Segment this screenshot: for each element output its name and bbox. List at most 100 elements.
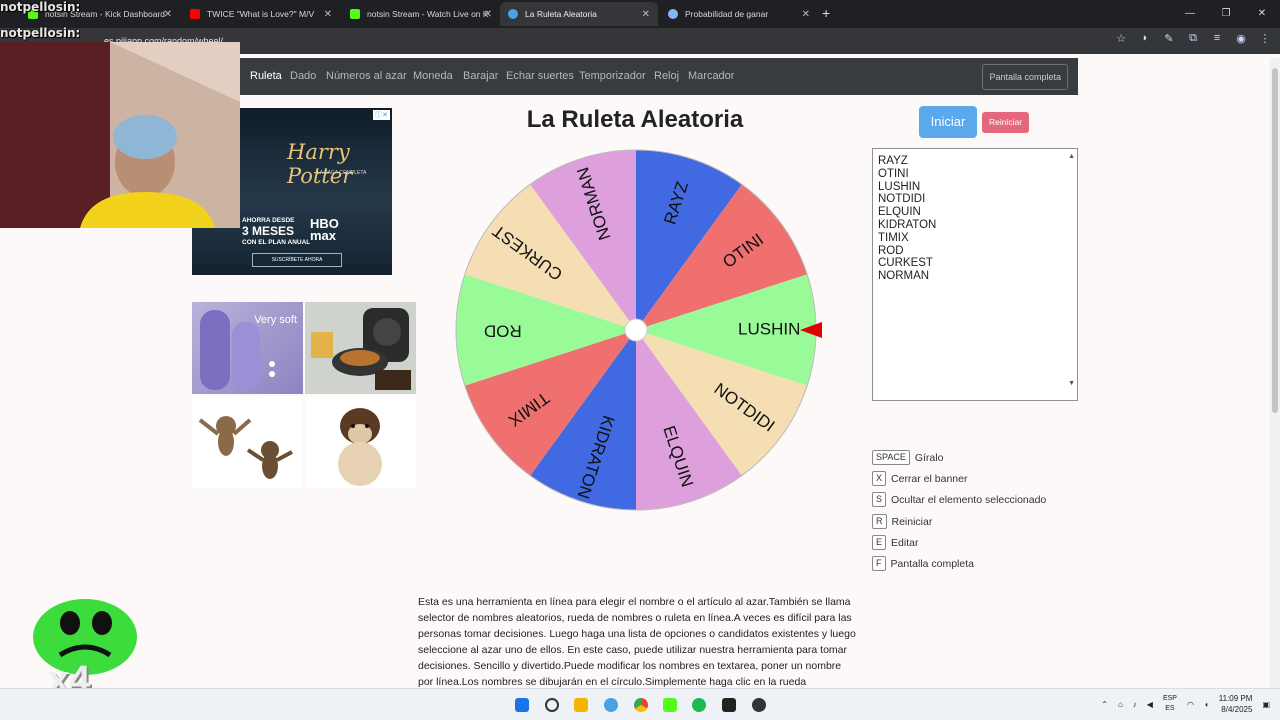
name-entry: NORMAN — [878, 270, 930, 283]
shortcut-x: X Cerrar el banner — [872, 471, 967, 486]
wheel-hub — [624, 318, 648, 342]
tab-twice[interactable]: TWICE "What is Love?" M/V ✕ — [182, 2, 340, 26]
shortcut-label: Reiniciar — [891, 515, 933, 528]
close-icon[interactable]: ✕ — [324, 9, 332, 20]
notification-icon[interactable]: ▣ — [1262, 700, 1270, 709]
chat-message: notpellosin: — [0, 0, 80, 14]
volume-icon[interactable]: ◖ — [1204, 700, 1209, 709]
edge-icon[interactable] — [604, 698, 618, 712]
profile-icon[interactable]: ◉ — [1234, 32, 1248, 45]
clock-date: 8/4/2025 — [1221, 705, 1253, 714]
nav-numeros[interactable]: Números al azar — [326, 70, 407, 82]
close-window-icon[interactable]: ✕ — [1244, 0, 1280, 28]
scroll-down-icon[interactable]: ▼ — [1068, 378, 1075, 391]
tab-ruleta[interactable]: La Ruleta Aleatoria ✕ — [500, 2, 658, 26]
fullscreen-button[interactable]: Pantalla completa — [982, 64, 1068, 90]
webcam-image — [0, 42, 240, 228]
lang-bottom: ES — [1165, 705, 1175, 712]
extension-icon-2[interactable]: ✎ — [1162, 32, 1176, 45]
speaker-icon[interactable]: ◀ — [1147, 700, 1153, 709]
file-explorer-icon[interactable] — [574, 698, 588, 712]
key-s: S — [872, 492, 887, 507]
key-r: R — [872, 514, 887, 529]
nav-barajar[interactable]: Barajar — [463, 70, 498, 82]
kick-app-icon[interactable] — [663, 698, 677, 712]
nav-moneda[interactable]: Moneda — [413, 70, 453, 82]
clock[interactable]: 11:09 PM 8/4/2025 — [1219, 693, 1253, 715]
reading-list-icon[interactable]: ≡ — [1210, 32, 1224, 45]
ad-choices-icon[interactable]: ⓘ✕ — [373, 110, 390, 120]
terminal-icon[interactable] — [722, 698, 736, 712]
ad-airfryer[interactable] — [305, 302, 416, 394]
nav-ruleta[interactable]: Ruleta — [250, 70, 282, 82]
nav-echar-suertes[interactable]: Echar suertes — [506, 70, 574, 82]
nav-dado[interactable]: Dado — [290, 70, 316, 82]
chat-username: notpellosin: — [0, 0, 81, 14]
tab-title: TWICE "What is Love?" M/V — [207, 9, 315, 19]
close-icon[interactable]: ✕ — [802, 9, 810, 20]
name-entry: TIMIX — [878, 231, 909, 244]
name-entry: NOTDIDI — [878, 193, 926, 206]
system-tray: ⌃ ⌂ ♪ ◀ ESP ES ◠ ◖ 11:09 PM 8/4/2025 ▣ — [1101, 693, 1270, 715]
windows-taskbar: ⌃ ⌂ ♪ ◀ ESP ES ◠ ◖ 11:09 PM 8/4/2025 ▣ — [0, 688, 1280, 720]
names-textarea[interactable]: RAYZ OTINI LUSHIN NOTDIDI ELQUIN KIDRATON TIMI… — [872, 148, 1078, 401]
tab-title: La Ruleta Aleatoria — [525, 9, 597, 19]
tab-title: Probabilidad de ganar — [685, 9, 769, 19]
new-tab-icon[interactable]: + — [822, 5, 830, 21]
shortcut-s: S Ocultar el elemento seleccionado — [872, 492, 1046, 507]
shortcut-label: Ocultar el elemento seleccionado — [891, 493, 1047, 506]
start-button[interactable]: Iniciar — [919, 106, 977, 138]
menu-icon[interactable]: ⋮ — [1258, 32, 1272, 45]
close-icon[interactable]: ✕ — [484, 9, 492, 20]
star-icon[interactable]: ☆ — [1114, 32, 1128, 45]
spotify-icon[interactable] — [692, 698, 706, 712]
scroll-up-icon[interactable]: ▲ — [1068, 151, 1075, 164]
wifi-icon[interactable]: ◠ — [1187, 700, 1194, 709]
youtube-icon — [190, 9, 200, 19]
close-icon[interactable]: ✕ — [164, 9, 172, 20]
name-entry: KIDRATON — [878, 218, 937, 231]
shortcut-label: Gíralo — [914, 451, 944, 464]
close-icon[interactable]: ✕ — [642, 9, 650, 20]
airfryer-image — [311, 308, 411, 390]
shortcut-f: F Pantalla completa — [872, 556, 974, 571]
key-space: SPACE — [872, 450, 910, 465]
mic-icon[interactable]: ♪ — [1133, 700, 1137, 709]
reset-button[interactable]: Reiniciar — [982, 112, 1029, 133]
globe-icon — [668, 9, 678, 19]
name-entry: LUSHIN — [878, 180, 921, 193]
shortcut-label: Editar — [891, 536, 919, 549]
tab-probabilidad[interactable]: Probabilidad de ganar ✕ — [660, 2, 818, 26]
extension-icon-1[interactable]: ◗ — [1138, 32, 1152, 45]
ad-dancing-cats[interactable] — [192, 396, 303, 488]
lang-top: ESP — [1162, 695, 1177, 702]
names-list: RAYZ OTINI LUSHIN NOTDIDI ELQUIN KIDRATON TIMI… — [878, 155, 1072, 283]
nav-marcador[interactable]: Marcador — [688, 70, 734, 82]
nav-temporizador[interactable]: Temporizador — [579, 70, 646, 82]
chevron-up-icon[interactable]: ⌃ — [1101, 700, 1108, 709]
scrollbar-thumb[interactable] — [1272, 68, 1278, 413]
language-indicator[interactable]: ESP ES — [1163, 694, 1177, 714]
minimize-icon[interactable]: — — [1172, 0, 1208, 28]
name-entry: CURKEST — [878, 257, 933, 270]
tab-kick-live[interactable]: notsin Stream - Watch Live on K ✕ — [342, 2, 500, 26]
windows-start-icon[interactable] — [515, 698, 529, 712]
ad-subscribe-button[interactable]: SUSCRÍBETE AHORA — [252, 253, 342, 267]
network-icon[interactable]: ⌂ — [1118, 700, 1123, 709]
roulette-wheel[interactable]: RAYZOTINILUSHINNOTDIDIELQUINKIDRATONTIMI… — [448, 140, 828, 520]
restore-icon[interactable]: ❐ — [1208, 0, 1244, 28]
ad-hp-subtitle: LA SAGA COMPLETA — [317, 170, 367, 176]
page-scrollbar[interactable] — [1270, 58, 1280, 688]
search-icon[interactable] — [545, 698, 559, 712]
wheel-label: ROD — [484, 322, 522, 341]
tool-description: Esta es una herramienta en línea para el… — [418, 596, 856, 688]
nav-reloj[interactable]: Reloj — [654, 70, 679, 82]
browser-tab-bar: notsin Stream - Kick Dashboard ✕ TWICE "… — [0, 0, 1280, 28]
obs-icon[interactable] — [752, 698, 766, 712]
puzzle-icon[interactable]: ⧉ — [1186, 32, 1200, 45]
chrome-icon[interactable] — [634, 698, 648, 712]
ad-dog[interactable] — [305, 396, 416, 488]
key-e: E — [872, 535, 887, 550]
name-entry: ELQUIN — [878, 206, 921, 219]
ad-slippers[interactable]: Very soft — [192, 302, 303, 394]
